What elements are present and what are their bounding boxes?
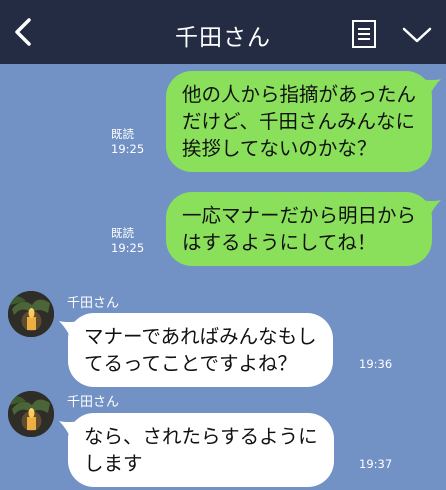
message-time: 19:25 (111, 142, 145, 156)
message-read-meta: 既読 19:25 (111, 226, 144, 256)
bubble-tail (419, 200, 441, 218)
message-bubble[interactable]: マナーであればみんなもし てるってことですよね？ (59, 313, 333, 387)
notes-button[interactable] (348, 17, 380, 51)
candle-avatar-icon (8, 291, 54, 337)
message-bubble[interactable]: なら、されたらするように します (59, 413, 334, 487)
candle-avatar-icon (8, 391, 54, 437)
message-line: なら、されたらするように (84, 425, 318, 448)
avatar[interactable] (8, 391, 54, 437)
bubble-tail (419, 79, 441, 97)
message-time: 19:25 (111, 241, 145, 255)
message-bubble[interactable]: 他の人から指摘があったん だけど、千田さんみんなに 挨拶してないのかな？ (165, 71, 441, 172)
message-time: 19:36 (359, 357, 393, 371)
read-receipt: 既読 (111, 127, 134, 141)
message-time: 19:37 (359, 457, 393, 471)
read-receipt: 既読 (111, 226, 134, 240)
message-line: 他の人から指摘があったん (181, 83, 416, 106)
sender-name: 千田さん (67, 296, 120, 311)
message-bubble[interactable]: 一応マナーだから明日から はするようにしてね！ (165, 192, 441, 266)
notes-icon (352, 20, 376, 48)
message-line: はするようにしてね！ (181, 231, 377, 254)
message-line: てるってことですよね？ (84, 352, 297, 375)
menu-toggle-button[interactable] (398, 22, 436, 48)
message-line: マナーであればみんなもし (84, 325, 317, 348)
chevron-down-icon (402, 27, 432, 43)
message-line: だけど、千田さんみんなに (181, 110, 416, 133)
bubble-tail (59, 321, 81, 339)
chat-header: 千田さん (0, 0, 446, 64)
message-read-meta: 既読 19:25 (111, 127, 144, 157)
sender-name: 千田さん (67, 395, 120, 410)
message-line: 挨拶してないのかな？ (181, 137, 377, 160)
avatar[interactable] (8, 291, 54, 337)
bubble-tail (59, 421, 81, 439)
message-line: 一応マナーだから明日から (181, 204, 416, 227)
message-line: します (84, 452, 143, 475)
